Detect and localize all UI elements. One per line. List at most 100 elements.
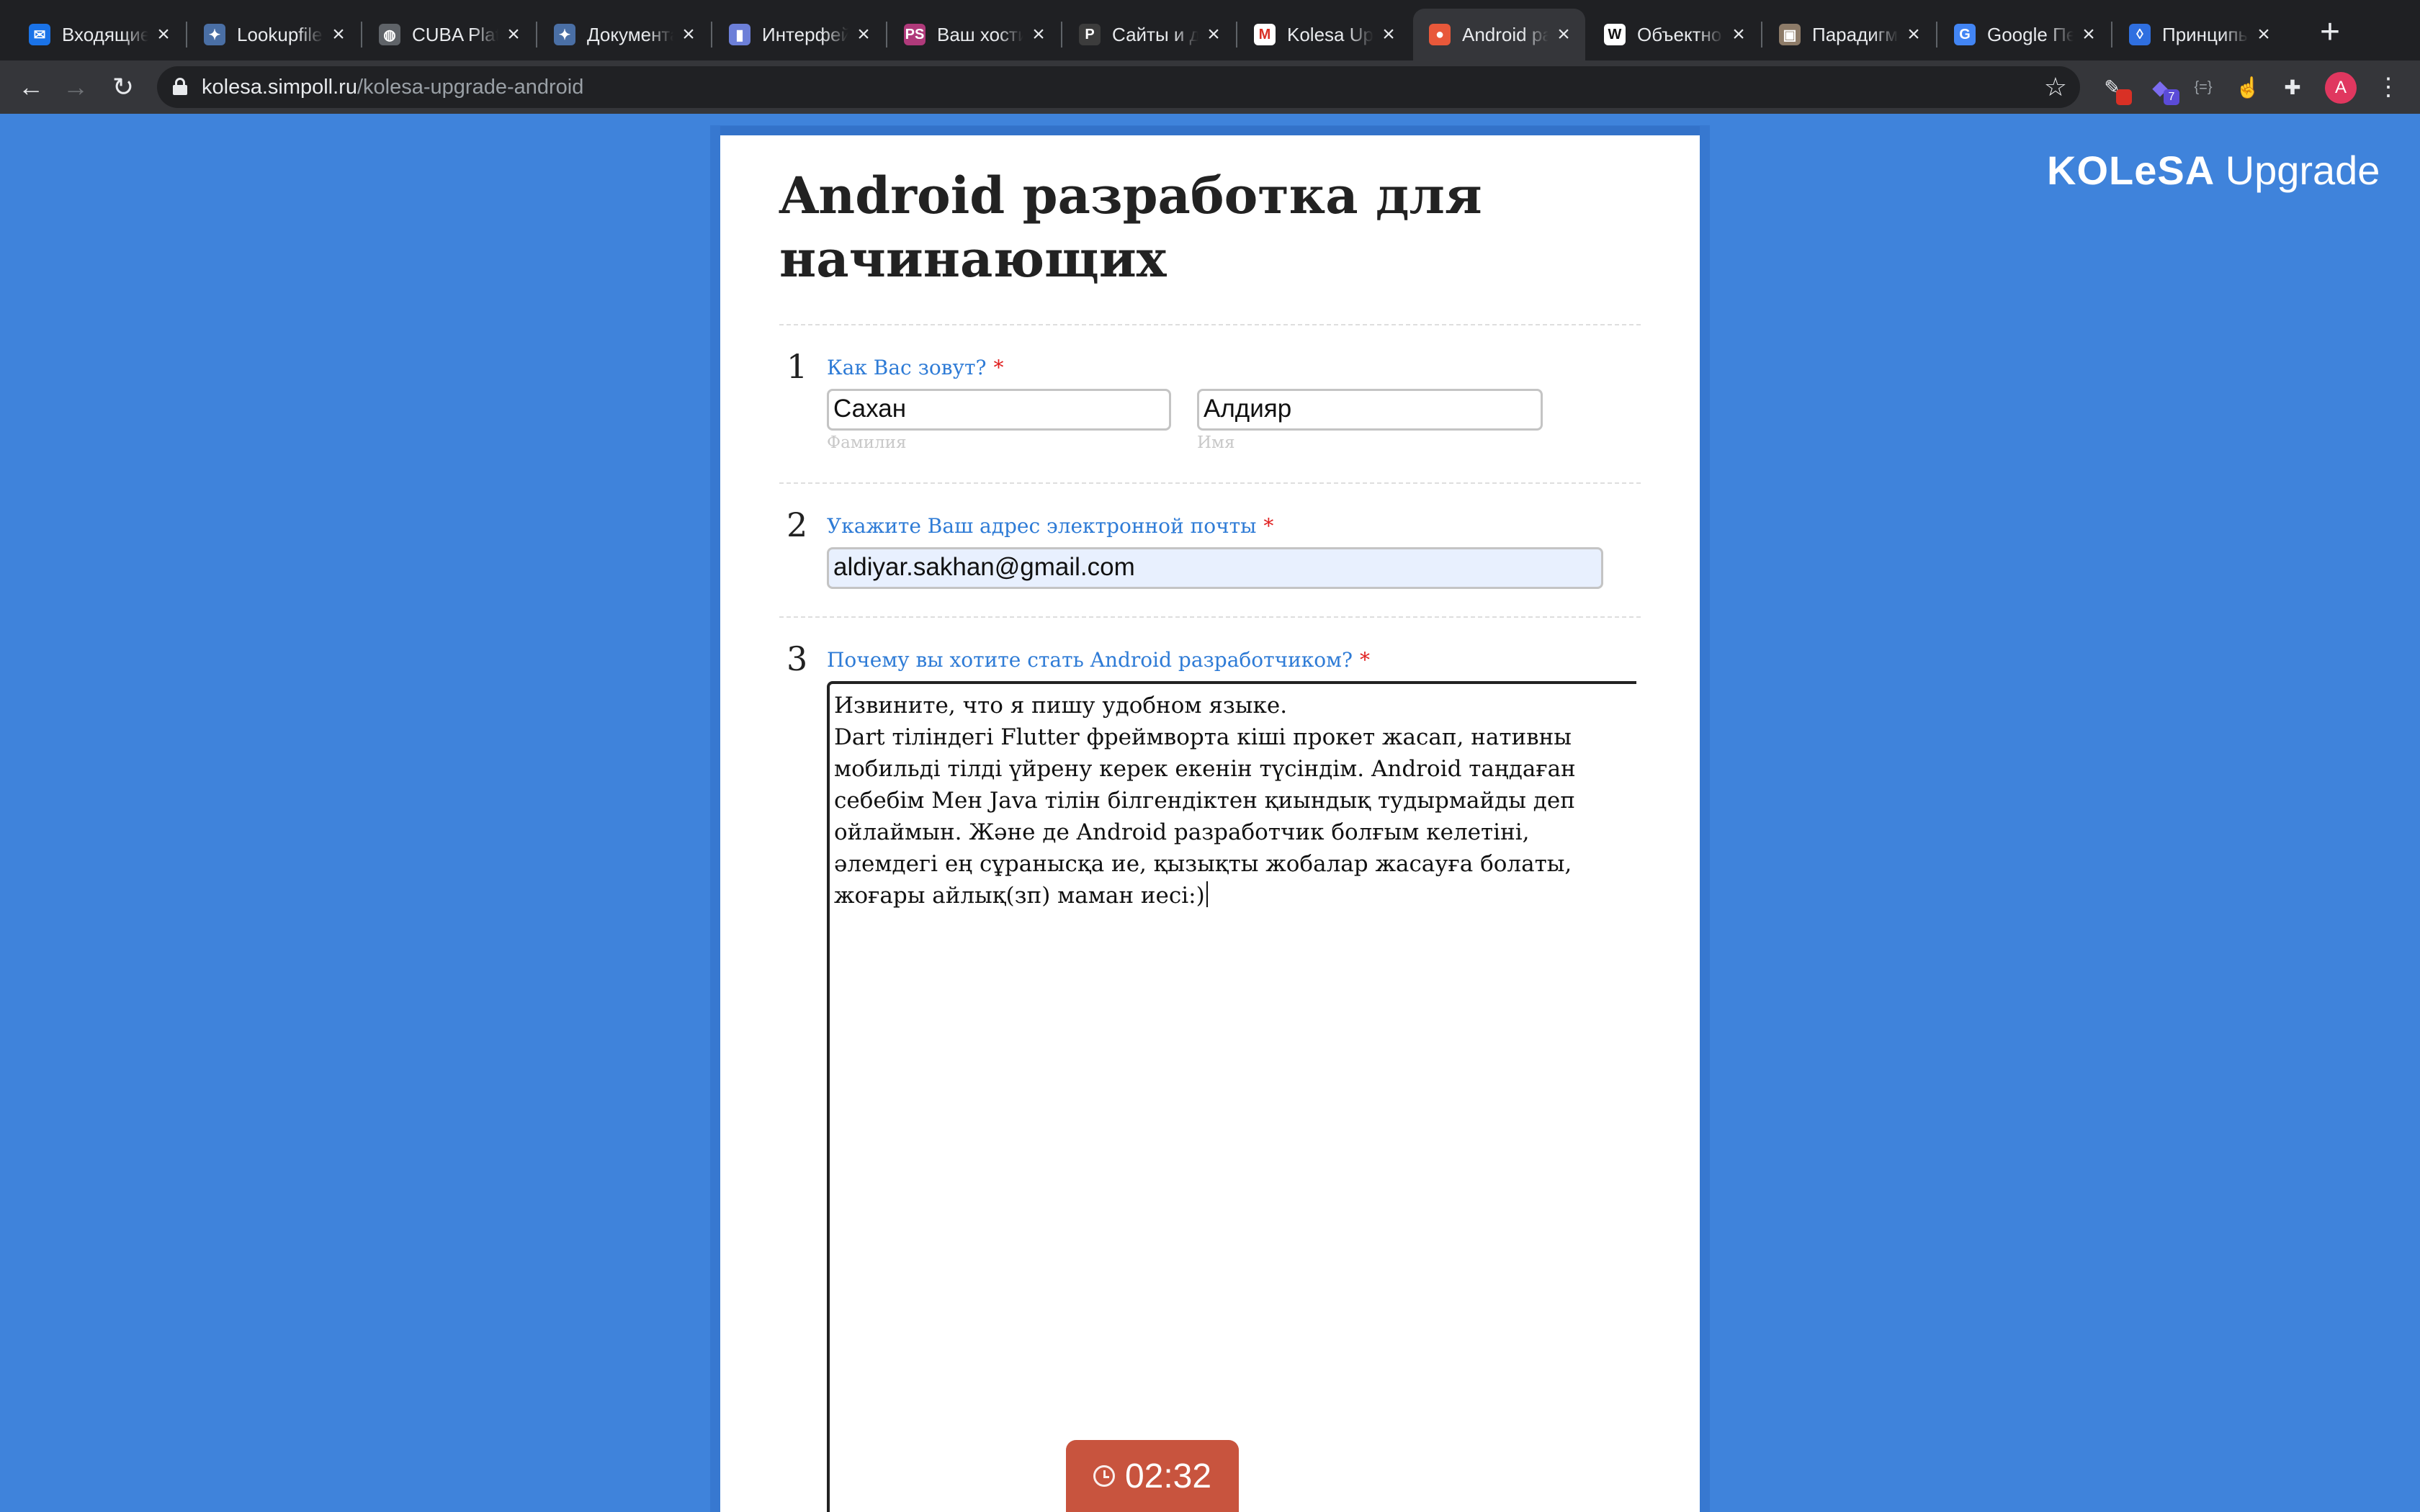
lock-icon[interactable] — [173, 78, 187, 95]
last-name-input[interactable]: Сахан — [827, 389, 1171, 431]
required-mark: * — [993, 356, 1004, 379]
tab-title: Сайты и домены — [1112, 23, 1198, 45]
book-icon: ▮ — [729, 24, 750, 45]
email-field[interactable]: aldiyar.sakhan@gmail.com — [827, 547, 1603, 589]
answer-line: себебім Мен Java тілін білгендіктен қиын… — [834, 788, 1575, 814]
question-number: 1 — [786, 347, 808, 386]
new-tab-button[interactable]: + — [2312, 15, 2348, 52]
divider — [779, 482, 1641, 484]
first-name-input[interactable]: Алдияр — [1197, 389, 1543, 431]
tab-separator — [186, 22, 187, 48]
globe-icon: ◍ — [379, 24, 400, 45]
browser-tab[interactable]: ◍ CUBA Platform× — [363, 9, 535, 60]
stack-extension-icon[interactable]: ◆ 7 — [2143, 71, 2179, 105]
close-tab-icon[interactable]: × — [152, 23, 175, 46]
page-title: Android разработка для начинающих — [779, 166, 1482, 289]
answer-line: жоғары айлық(зп) маман иесі:) — [834, 880, 1632, 912]
menu-kebab-icon[interactable]: ⋮ — [2375, 71, 2401, 104]
diamond-icon: ◊ — [2129, 24, 2151, 45]
browser-tab[interactable]: PS Ваш хостинг× — [888, 9, 1060, 60]
browser-tab[interactable]: ✦ Lookupfile × — [188, 9, 360, 60]
tab-separator — [1236, 22, 1237, 48]
question-number: 3 — [786, 639, 808, 678]
last-name-caption: Фамилия — [827, 433, 907, 452]
close-tab-icon[interactable]: × — [2077, 23, 2100, 46]
tab-separator — [361, 22, 362, 48]
browser-tab[interactable]: ✉ Входящие × — [13, 9, 185, 60]
divider — [779, 324, 1641, 325]
browser-tab[interactable]: G Google Переводчик× — [1938, 9, 2110, 60]
tab-title: CUBA Platform — [412, 23, 498, 45]
browser-tab[interactable]: M Kolesa Upgrade× — [1238, 9, 1410, 60]
url-text[interactable]: kolesa.simpoll.ru/kolesa-upgrade-android — [202, 76, 583, 99]
translate-icon: G — [1954, 24, 1976, 45]
browser-tab[interactable]: W Объектно × — [1588, 9, 1760, 60]
wikipedia-icon: W — [1604, 24, 1626, 45]
tab-title: Принципы — [2162, 23, 2249, 45]
close-tab-icon[interactable]: × — [2252, 23, 2275, 46]
browser-tab[interactable]: ▮ Интерфейсы× — [713, 9, 885, 60]
motivation-textarea[interactable]: Извините, что я пишу удобном языке. Dart … — [827, 681, 1636, 1512]
answer-line: ойлаймын. Және де Android разработчик бо… — [834, 819, 1530, 845]
close-tab-icon[interactable]: × — [852, 23, 875, 46]
gear-icon: ✦ — [554, 24, 575, 45]
tab-title: Объектно — [1637, 23, 1722, 45]
tab-title: Входящие — [62, 23, 148, 45]
close-tab-icon[interactable]: × — [1902, 23, 1925, 46]
bookmark-star-icon[interactable]: ☆ — [2044, 72, 2067, 102]
text-caret — [1206, 881, 1208, 907]
gmail-icon: M — [1254, 24, 1276, 45]
tab-separator — [711, 22, 712, 48]
tab-separator — [2111, 22, 2112, 48]
tab-separator — [1936, 22, 1937, 48]
tab-title: Парадигмы — [1812, 23, 1899, 45]
tab-separator — [1761, 22, 1762, 48]
puzzle-extensions-icon[interactable]: ✚ — [2276, 71, 2309, 104]
question-label-name: Как Вас зовут? * — [827, 356, 1004, 379]
browser-tab[interactable]: P Сайты и домены× — [1063, 9, 1235, 60]
tab-title: Android разработка — [1462, 23, 1549, 45]
timer-value: 02:32 — [1124, 1457, 1212, 1495]
p-icon: P — [1079, 24, 1101, 45]
answer-line: Извините, что я пишу удобном языке. — [834, 693, 1288, 719]
required-mark: * — [1263, 514, 1274, 538]
reload-button[interactable]: ↻ — [104, 68, 143, 107]
browser-tab[interactable]: ◊ Принципы × — [2113, 9, 2285, 60]
close-tab-icon[interactable]: × — [1377, 23, 1400, 46]
address-bar[interactable]: kolesa.simpoll.ru/kolesa-upgrade-android… — [157, 66, 2080, 108]
question-number: 2 — [786, 505, 808, 544]
ps-icon: PS — [904, 24, 926, 45]
tab-title: Google Переводчик — [1987, 23, 2074, 45]
hand-extension-icon[interactable]: ☝ — [2231, 71, 2264, 104]
forward-button[interactable]: → — [56, 68, 95, 107]
tab-title: Ваш хостинг — [937, 23, 1023, 45]
kolesa-upgrade-logo: KOLeSA Upgrade — [2047, 148, 2380, 193]
browser-toolbar: ← → ↻ kolesa.simpoll.ru/kolesa-upgrade-a… — [0, 60, 2420, 114]
simpoll-icon: ● — [1429, 24, 1451, 45]
close-tab-icon[interactable]: × — [1027, 23, 1050, 46]
browser-tab[interactable]: ● Android разработка× — [1413, 9, 1585, 60]
code-extension-icon[interactable]: {=} — [2187, 71, 2220, 104]
first-name-caption: Имя — [1197, 433, 1235, 452]
tab-title: Документация — [587, 23, 673, 45]
clock-icon — [1093, 1465, 1115, 1487]
image-icon: ▣ — [1779, 24, 1801, 45]
tab-title: Интерфейсы — [762, 23, 848, 45]
pen-extension-icon[interactable]: ✎ — [2096, 71, 2132, 105]
close-tab-icon[interactable]: × — [677, 23, 700, 46]
tab-separator — [536, 22, 537, 48]
answer-line: әлемдегі ең сұранысқа ие, қызықты жобала… — [834, 851, 1572, 877]
browser-tab[interactable]: ✦ Документация× — [538, 9, 710, 60]
close-tab-icon[interactable]: × — [502, 23, 525, 46]
question-label-motivation: Почему вы хотите стать Android разработч… — [827, 648, 1370, 672]
close-tab-icon[interactable]: × — [1552, 23, 1575, 46]
close-tab-icon[interactable]: × — [1202, 23, 1225, 46]
browser-tab[interactable]: ▣ Парадигмы× — [1763, 9, 1935, 60]
profile-avatar[interactable]: A — [2325, 72, 2357, 104]
close-tab-icon[interactable]: × — [1727, 23, 1750, 46]
close-tab-icon[interactable]: × — [327, 23, 350, 46]
countdown-timer: 02:32 — [1066, 1440, 1239, 1512]
tab-title: Lookupfile — [237, 23, 323, 45]
tab-strip: + ✉Входящие×✦Lookupfile×◍CUBA Platform×✦… — [0, 0, 2420, 60]
back-button[interactable]: ← — [12, 68, 50, 107]
